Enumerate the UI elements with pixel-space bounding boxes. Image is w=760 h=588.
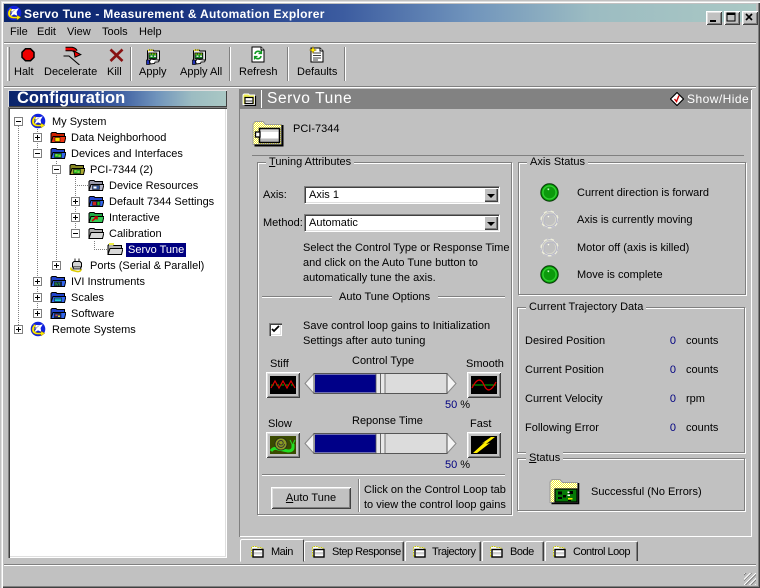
- svg-text:IVI: IVI: [55, 282, 61, 287]
